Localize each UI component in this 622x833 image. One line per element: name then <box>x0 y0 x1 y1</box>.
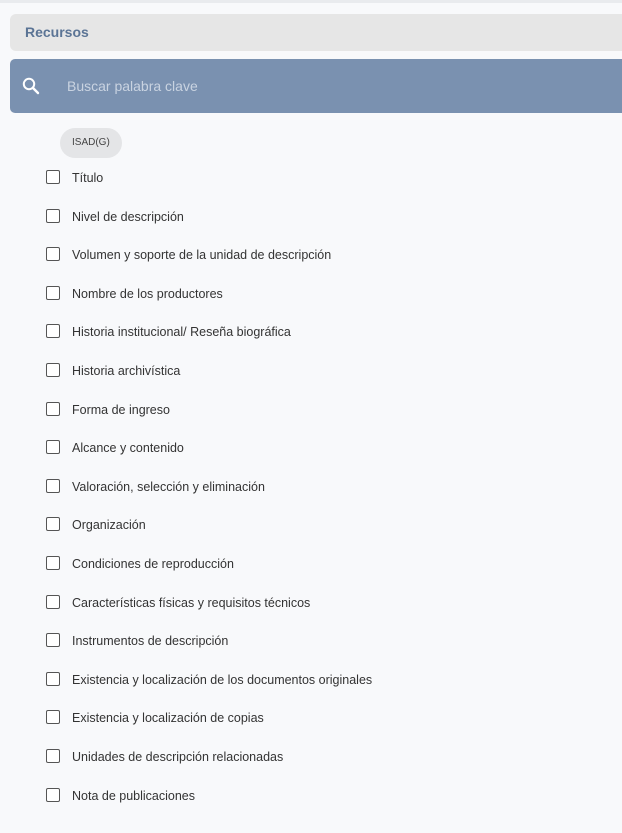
field-checkbox[interactable] <box>46 633 60 648</box>
field-label: Condiciones de reproducción <box>72 556 234 571</box>
field-item[interactable]: Forma de ingreso <box>0 391 622 430</box>
field-label: Volumen y soporte de la unidad de descri… <box>72 248 332 263</box>
field-item[interactable]: Existencia y localización de copias <box>0 699 622 738</box>
field-checkbox[interactable] <box>46 748 60 763</box>
search-icon[interactable] <box>21 76 41 96</box>
field-item[interactable]: Alcance y contenido <box>0 429 622 468</box>
field-label: Instrumentos de descripción <box>72 634 229 649</box>
field-item[interactable]: Unidades de descripción relacionadas <box>0 738 622 777</box>
field-item[interactable]: Características físicas y requisitos téc… <box>0 584 622 623</box>
field-label: Título <box>72 171 104 185</box>
field-item[interactable]: Nivel de descripción <box>0 198 622 237</box>
field-checkbox[interactable] <box>46 594 60 609</box>
field-item[interactable]: Organización <box>0 506 622 545</box>
field-label: Forma de ingreso <box>72 402 170 417</box>
section-title: Recursos <box>25 24 89 40</box>
field-checkbox[interactable] <box>46 401 60 416</box>
field-checkbox[interactable] <box>46 787 60 802</box>
field-checkbox[interactable] <box>46 285 60 300</box>
field-checkbox[interactable] <box>46 208 60 223</box>
field-checkbox[interactable] <box>46 671 60 686</box>
field-item[interactable]: Nombre de los productores <box>0 275 622 314</box>
filter-chip-isadg[interactable]: ISAD(G) <box>60 128 122 158</box>
field-label: Valoración, selección y eliminación <box>72 479 265 494</box>
field-item[interactable]: Condiciones de reproducción <box>0 545 622 584</box>
field-label: Unidades de descripción relacionadas <box>72 749 284 764</box>
field-checkbox[interactable] <box>46 362 60 377</box>
field-checkbox[interactable] <box>46 247 60 262</box>
field-item[interactable]: Título <box>0 159 622 198</box>
field-checkbox[interactable] <box>46 324 60 339</box>
resources-panel: Recursos ISAD(G) Título Nivel de descrip… <box>0 0 622 833</box>
field-label: Existencia y localización de los documen… <box>72 672 373 687</box>
search-bar <box>10 59 622 113</box>
filter-chip-label: ISAD(G) <box>72 137 110 148</box>
search-input[interactable] <box>67 59 607 113</box>
field-label: Características físicas y requisitos téc… <box>72 595 311 610</box>
field-item[interactable]: Historia institucional/ Reseña biográfic… <box>0 313 622 352</box>
field-label: Nota de publicaciones <box>72 788 195 803</box>
field-item[interactable]: Valoración, selección y eliminación <box>0 468 622 507</box>
field-item[interactable]: Historia archivística <box>0 352 622 391</box>
field-checkbox[interactable] <box>46 478 60 493</box>
field-checkbox[interactable] <box>46 440 60 455</box>
field-label: Nivel de descripción <box>72 209 184 224</box>
field-list: Título Nivel de descripción Volumen y so… <box>0 159 622 815</box>
field-checkbox[interactable] <box>46 555 60 570</box>
field-item[interactable]: Nota de publicaciones <box>0 777 622 816</box>
field-label: Nombre de los productores <box>72 286 223 301</box>
field-label: Organización <box>72 518 146 533</box>
field-label: Historia archivística <box>72 363 181 378</box>
field-item[interactable]: Instrumentos de descripción <box>0 622 622 661</box>
field-label: Historia institucional/ Reseña biográfic… <box>72 325 291 340</box>
field-item[interactable]: Existencia y localización de los documen… <box>0 661 622 700</box>
field-checkbox[interactable] <box>46 517 60 532</box>
field-checkbox[interactable] <box>46 710 60 725</box>
section-header[interactable]: Recursos <box>10 14 622 51</box>
top-divider <box>0 0 622 3</box>
field-label: Existencia y localización de copias <box>72 711 264 726</box>
field-item[interactable]: Volumen y soporte de la unidad de descri… <box>0 236 622 275</box>
field-checkbox[interactable] <box>46 170 60 184</box>
field-label: Alcance y contenido <box>72 441 184 456</box>
